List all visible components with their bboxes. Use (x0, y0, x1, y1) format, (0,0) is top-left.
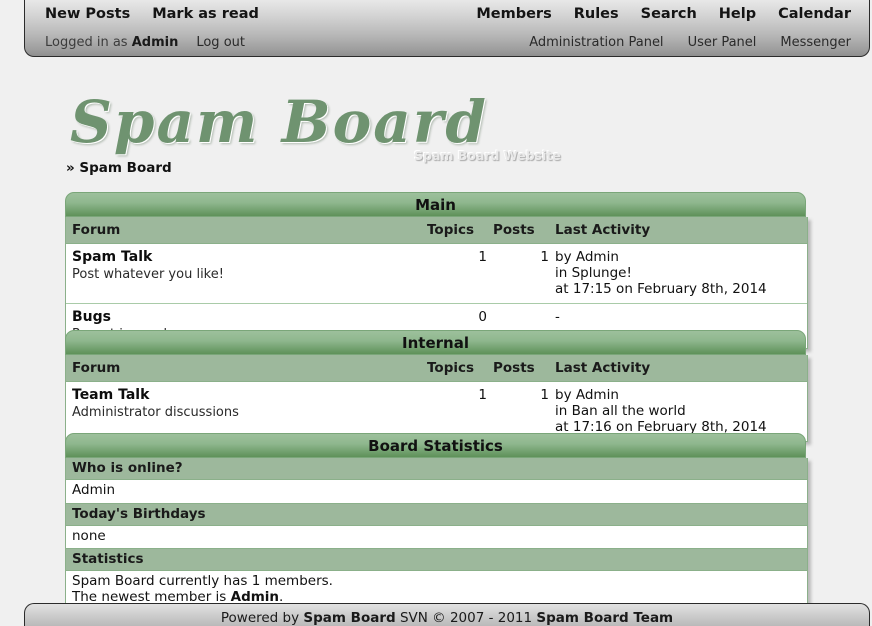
site-tagline: Spam Board Website (414, 148, 561, 163)
forum-topics-count: 1 (421, 243, 487, 304)
column-header-topics: Topics (421, 355, 487, 382)
forum-link[interactable]: Spam Talk (72, 249, 421, 265)
statistics-header: Statistics (66, 548, 807, 571)
column-header-forum: Forum (66, 217, 421, 244)
last-activity-author: by Admin (555, 387, 619, 403)
site-logo[interactable]: Spam Board (70, 88, 488, 156)
nav-rules[interactable]: Rules (574, 6, 619, 22)
nav-secondary-left-group: Logged in as Admin Log out (45, 28, 263, 56)
birthday-value: none (72, 527, 106, 544)
statistics-line-members: Spam Board currently has 1 members. (72, 573, 333, 589)
forum-cell: Spam Talk Post whatever you like! (66, 243, 421, 304)
birthdays-header: Today's Birthdays (66, 502, 807, 526)
nav-secondary-right-group: Administration Panel User Panel Messenge… (505, 28, 851, 56)
forum-link[interactable]: Bugs (72, 309, 421, 325)
last-activity-thread[interactable]: in Splunge! (555, 265, 807, 281)
category-panel-internal: Internal Forum Topics Posts Last Activit… (65, 330, 808, 442)
footer-product-link[interactable]: Spam Board (303, 610, 395, 626)
nav-primary-right-group: Members Rules Search Help Calendar (454, 0, 851, 28)
nav-calendar[interactable]: Calendar (778, 6, 851, 22)
last-activity-author: by Admin (555, 249, 619, 265)
board-statistics-title: Board Statistics (65, 433, 806, 458)
top-navigation-bar: New Posts Mark as read Members Rules Sea… (24, 0, 870, 57)
forum-description: Administrator discussions (72, 405, 239, 420)
table-header-row: Forum Topics Posts Last Activity (66, 355, 807, 382)
nav-messenger[interactable]: Messenger (780, 35, 851, 50)
forum-description: Post whatever you like! (72, 267, 224, 282)
nav-user-panel[interactable]: User Panel (688, 35, 757, 50)
last-activity-author: - (555, 309, 560, 325)
nav-administration-panel[interactable]: Administration Panel (529, 35, 663, 50)
footer-team-link[interactable]: Spam Board Team (536, 610, 673, 626)
breadcrumb[interactable]: » Spam Board (66, 160, 172, 176)
category-body-internal: Forum Topics Posts Last Activity Team Ta… (65, 355, 808, 442)
nav-secondary-row: Logged in as Admin Log out Administratio… (25, 28, 869, 56)
category-title-internal: Internal (65, 330, 806, 355)
logged-in-username: Admin (131, 34, 179, 50)
nav-log-out[interactable]: Log out (196, 35, 245, 50)
who-is-online-list: Admin (66, 480, 807, 503)
last-activity-thread[interactable]: in Ban all the world (555, 403, 807, 419)
board-statistics-body: Who is online? Admin Today's Birthdays n… (65, 458, 808, 626)
forum-posts-count: 1 (487, 243, 549, 304)
logged-in-status: Logged in as Admin (45, 35, 178, 50)
branding-area: Spam Board Spam Board Website » Spam Boa… (0, 78, 872, 178)
column-header-topics: Topics (421, 217, 487, 244)
page-footer: Powered by Spam Board SVN © 2007 - 2011 … (24, 603, 870, 626)
footer-middle-text: SVN © 2007 - 2011 (395, 610, 537, 626)
forum-page: New Posts Mark as read Members Rules Sea… (0, 0, 872, 626)
board-statistics-panel: Board Statistics Who is online? Admin To… (65, 433, 808, 626)
column-header-posts: Posts (487, 355, 549, 382)
footer-powered-by-prefix: Powered by (220, 610, 304, 626)
nav-primary-row: New Posts Mark as read Members Rules Sea… (25, 0, 869, 28)
online-user[interactable]: Admin (72, 482, 807, 499)
nav-mark-as-read[interactable]: Mark as read (152, 6, 259, 22)
logged-in-prefix: Logged in as (45, 34, 128, 50)
birthdays-list: none (66, 525, 807, 548)
nav-members[interactable]: Members (476, 6, 551, 22)
category-title-main: Main (65, 192, 806, 217)
forum-link[interactable]: Team Talk (72, 387, 421, 403)
column-header-posts: Posts (487, 217, 549, 244)
last-activity-time: at 17:15 on February 8th, 2014 (555, 281, 767, 297)
nav-new-posts[interactable]: New Posts (45, 6, 130, 22)
column-header-last-activity: Last Activity (549, 355, 807, 382)
nav-search[interactable]: Search (641, 6, 697, 22)
forum-last-activity: by Admin in Splunge! at 17:15 on Februar… (549, 243, 807, 304)
forum-table-internal: Forum Topics Posts Last Activity Team Ta… (66, 355, 807, 441)
column-header-last-activity: Last Activity (549, 217, 807, 244)
who-is-online-header: Who is online? (66, 458, 807, 480)
column-header-forum: Forum (66, 355, 421, 382)
category-panel-main: Main Forum Topics Posts Last Activity Sp… (65, 192, 808, 349)
nav-help[interactable]: Help (719, 6, 756, 22)
forum-table-main: Forum Topics Posts Last Activity Spam Ta… (66, 217, 807, 348)
table-header-row: Forum Topics Posts Last Activity (66, 217, 807, 244)
nav-primary-left-group: New Posts Mark as read (45, 0, 281, 28)
table-row: Spam Talk Post whatever you like! 1 1 by… (66, 243, 807, 304)
